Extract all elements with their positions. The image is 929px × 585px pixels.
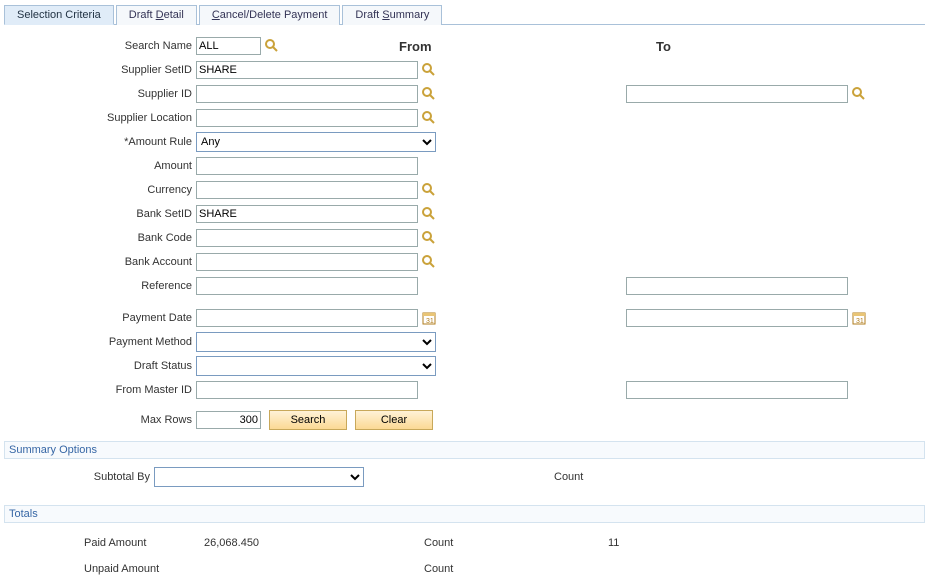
subtotal-by-select[interactable]: [154, 467, 364, 487]
tab-cancel-delete-payment[interactable]: Cancel/Delete Payment: [199, 5, 341, 25]
label-search-name: Search Name: [4, 40, 196, 52]
reference-to-input[interactable]: [626, 277, 848, 295]
paid-count-label: Count: [404, 537, 604, 549]
label-amount: Amount: [4, 160, 196, 172]
paid-amount-value: 26,068.450: [204, 537, 404, 549]
reference-from-input[interactable]: [196, 277, 418, 295]
svg-text:31: 31: [426, 318, 434, 325]
label-supplier-id: Supplier ID: [4, 88, 196, 100]
column-header-to: To: [656, 39, 671, 54]
label-supplier-location: Supplier Location: [4, 112, 196, 124]
label-bank-setid: Bank SetID: [4, 208, 196, 220]
lookup-icon[interactable]: [422, 183, 436, 197]
label-draft-status: Draft Status: [4, 360, 196, 372]
tab-strip: Selection Criteria Draft Detail Cancel/D…: [4, 4, 925, 25]
lookup-icon[interactable]: [422, 87, 436, 101]
draft-status-select[interactable]: [196, 356, 436, 376]
currency-input[interactable]: [196, 181, 418, 199]
supplier-setid-input[interactable]: [196, 61, 418, 79]
lookup-icon[interactable]: [422, 111, 436, 125]
amount-input[interactable]: [196, 157, 418, 175]
bank-setid-input[interactable]: [196, 205, 418, 223]
label-amount-rule: *Amount Rule: [4, 136, 196, 148]
calendar-icon[interactable]: 31: [422, 311, 436, 325]
label-payment-method: Payment Method: [4, 336, 196, 348]
tab-selection-criteria[interactable]: Selection Criteria: [4, 5, 114, 25]
form-area: Search Name From To Supplier SetID Suppl…: [4, 35, 925, 431]
tab-draft-detail[interactable]: Draft Detail: [116, 5, 197, 25]
bank-account-input[interactable]: [196, 253, 418, 271]
lookup-icon[interactable]: [265, 39, 279, 53]
label-max-rows: Max Rows: [4, 414, 196, 426]
label-bank-code: Bank Code: [4, 232, 196, 244]
unpaid-count-label: Count: [404, 563, 604, 575]
clear-button[interactable]: Clear: [355, 410, 433, 430]
lookup-icon[interactable]: [852, 87, 866, 101]
calendar-icon[interactable]: 31: [852, 311, 866, 325]
label-reference: Reference: [4, 280, 196, 292]
summary-options-header: Summary Options: [4, 441, 925, 459]
payment-date-to-input[interactable]: [626, 309, 848, 327]
supplier-location-input[interactable]: [196, 109, 418, 127]
payment-method-select[interactable]: [196, 332, 436, 352]
from-master-id-to-input[interactable]: [626, 381, 848, 399]
paid-amount-label: Paid Amount: [4, 537, 204, 549]
lookup-icon[interactable]: [422, 255, 436, 269]
unpaid-amount-label: Unpaid Amount: [4, 563, 204, 575]
lookup-icon[interactable]: [422, 207, 436, 221]
label-subtotal-by: Subtotal By: [4, 471, 154, 483]
max-rows-input[interactable]: [196, 411, 261, 429]
payment-date-from-input[interactable]: [196, 309, 418, 327]
tab-draft-summary[interactable]: Draft Summary: [342, 5, 442, 25]
label-from-master-id: From Master ID: [4, 384, 196, 396]
totals-header: Totals: [4, 505, 925, 523]
summary-count-label: Count: [554, 471, 583, 483]
amount-rule-select[interactable]: Any: [196, 132, 436, 152]
search-button[interactable]: Search: [269, 410, 347, 430]
paid-count-value: 11: [604, 537, 664, 549]
svg-text:31: 31: [856, 318, 864, 325]
bank-code-input[interactable]: [196, 229, 418, 247]
lookup-icon[interactable]: [422, 63, 436, 77]
search-name-input[interactable]: [196, 37, 261, 55]
label-bank-account: Bank Account: [4, 256, 196, 268]
label-payment-date: Payment Date: [4, 312, 196, 324]
column-header-from: From: [399, 39, 432, 54]
supplier-id-from-input[interactable]: [196, 85, 418, 103]
from-master-id-from-input[interactable]: [196, 381, 418, 399]
label-supplier-setid: Supplier SetID: [4, 64, 196, 76]
unpaid-count-value: [604, 563, 664, 575]
totals-grid: Paid Amount 26,068.450 Count 11 Unpaid A…: [4, 523, 925, 581]
label-currency: Currency: [4, 184, 196, 196]
lookup-icon[interactable]: [422, 231, 436, 245]
supplier-id-to-input[interactable]: [626, 85, 848, 103]
unpaid-amount-value: [204, 563, 404, 575]
